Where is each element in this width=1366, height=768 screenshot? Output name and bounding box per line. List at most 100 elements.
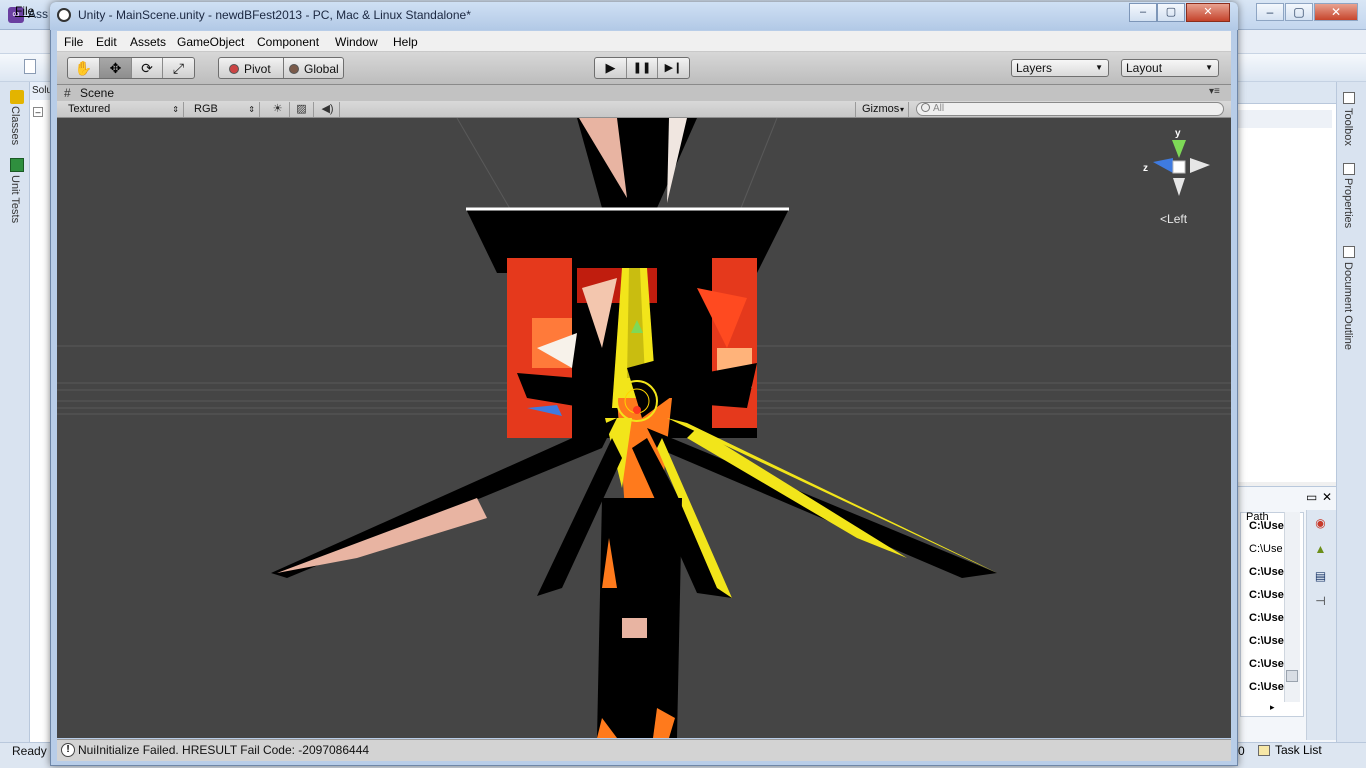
gizmos-label: Gizmos bbox=[862, 103, 900, 115]
task-list-tab[interactable]: Task List bbox=[1275, 743, 1322, 757]
pivot-divider bbox=[283, 58, 284, 78]
list-item[interactable]: C:\Use bbox=[1249, 566, 1287, 586]
layout-dropdown[interactable]: Layout ▼ bbox=[1121, 59, 1219, 77]
warning-icon: ! bbox=[61, 743, 75, 757]
rotate-tool-icon[interactable]: ⟳ bbox=[132, 58, 163, 78]
list-item[interactable]: C:\Use bbox=[1249, 612, 1287, 632]
tab-menu-icon[interactable]: ▾≡ bbox=[1209, 86, 1220, 97]
document-outline-icon[interactable] bbox=[1343, 246, 1355, 258]
toolbox-tab[interactable]: Toolbox bbox=[1342, 108, 1354, 146]
classes-tab[interactable]: Classes bbox=[9, 106, 21, 145]
toolbox-icon[interactable] bbox=[1343, 92, 1355, 104]
vs-minimize-button[interactable]: – bbox=[1256, 3, 1284, 21]
gizmo-y-label: y bbox=[1175, 128, 1181, 139]
properties-tab[interactable]: Properties bbox=[1342, 178, 1354, 228]
scene-render[interactable]: y z bbox=[57, 118, 1231, 738]
unity-close-button[interactable]: ✕ bbox=[1186, 3, 1230, 22]
menu-file[interactable]: File bbox=[64, 35, 83, 49]
chevron-down-icon: ▼ bbox=[1205, 63, 1213, 72]
global-icon bbox=[289, 64, 299, 74]
hand-tool-icon[interactable]: ✋ bbox=[68, 58, 100, 78]
collapse-icon[interactable]: – bbox=[33, 107, 43, 117]
layers-dropdown-label: Layers bbox=[1016, 61, 1053, 75]
console-status-message[interactable]: NuiInitialize Failed. HRESULT Fail Code:… bbox=[78, 743, 369, 757]
unit-tests-icon[interactable] bbox=[10, 158, 24, 172]
properties-icon[interactable] bbox=[1343, 163, 1355, 175]
scene-image-icon[interactable]: ▨ bbox=[290, 102, 314, 117]
scene-tabbar bbox=[57, 85, 1231, 101]
vs-menu-file[interactable]: File bbox=[15, 4, 34, 18]
menu-window[interactable]: Window bbox=[335, 35, 378, 49]
orientation-label-text: Left bbox=[1167, 212, 1188, 226]
task-list-icon bbox=[1258, 745, 1270, 756]
gizmos-dropdown[interactable]: Gizmos ▾ bbox=[855, 102, 909, 117]
solution-explorer-panel bbox=[30, 82, 52, 742]
menu-assets[interactable]: Assets bbox=[130, 35, 166, 49]
play-button[interactable]: ▶ bbox=[595, 58, 627, 78]
unity-minimize-button[interactable]: – bbox=[1129, 3, 1157, 22]
menu-component[interactable]: Component bbox=[257, 35, 319, 49]
step-button[interactable]: ▶❙ bbox=[658, 58, 689, 78]
scroll-right-icon[interactable]: ▸ bbox=[1270, 702, 1275, 713]
list-item[interactable]: C:\Use bbox=[1249, 589, 1287, 609]
unity-window-title: Unity - MainScene.unity - newdBFest2013 … bbox=[78, 8, 471, 22]
unity-logo-icon bbox=[57, 8, 71, 22]
vs-status-count: 0 bbox=[1238, 744, 1245, 758]
pause-button[interactable]: ❚❚ bbox=[627, 58, 658, 78]
list-item[interactable]: C:\Use bbox=[1249, 658, 1287, 678]
pivot-icon bbox=[229, 64, 239, 74]
vs-maximize-button[interactable]: ▢ bbox=[1285, 3, 1313, 21]
lock-icon[interactable]: ▲ bbox=[1313, 542, 1328, 556]
list-item[interactable]: C:\Use bbox=[1249, 520, 1287, 540]
move-tool-icon[interactable]: ✥ bbox=[100, 58, 132, 78]
scene-audio-icon[interactable]: ◀) bbox=[316, 102, 340, 117]
layout-dropdown-label: Layout bbox=[1126, 61, 1163, 75]
global-toggle[interactable]: Global bbox=[304, 60, 339, 78]
draw-mode-dropdown[interactable]: Textured ⇕ bbox=[62, 102, 184, 117]
unit-tests-tab[interactable]: Unit Tests bbox=[9, 175, 21, 223]
layers-dropdown[interactable]: Layers ▼ bbox=[1011, 59, 1109, 77]
vs-status-text: Ready bbox=[12, 744, 47, 758]
list-item[interactable]: C:\Use bbox=[1249, 681, 1287, 701]
class-view-icon[interactable] bbox=[10, 90, 24, 104]
search-icon bbox=[921, 103, 930, 112]
back-arrow-icon: < bbox=[1160, 212, 1168, 226]
menu-gameobject[interactable]: GameObject bbox=[177, 35, 244, 49]
vs-right-panel-subheader bbox=[1237, 110, 1332, 128]
scene-view-orientation-label[interactable]: <Left bbox=[1160, 212, 1187, 226]
mesh-top-spike bbox=[577, 118, 697, 208]
solution-explorer-tab[interactable]: Solu bbox=[30, 82, 52, 100]
render-mode-label: RGB bbox=[194, 103, 218, 115]
menu-help[interactable]: Help bbox=[393, 35, 418, 49]
scene-viewport[interactable]: y z bbox=[57, 118, 1231, 738]
scroll-thumb[interactable] bbox=[1286, 670, 1298, 682]
pivot-toggle[interactable]: Pivot bbox=[244, 60, 271, 78]
search-input[interactable]: All bbox=[916, 102, 1224, 116]
stop-icon[interactable]: ◉ bbox=[1313, 516, 1328, 530]
list-icon[interactable]: ▤ bbox=[1313, 569, 1328, 583]
vs-editor-right-panel bbox=[1237, 82, 1336, 482]
vs-right-panel-header bbox=[1237, 82, 1336, 104]
scene-lighting-icon[interactable]: ☀ bbox=[266, 102, 290, 117]
chevron-updown-icon: ⇕ bbox=[248, 105, 255, 114]
document-outline-tab[interactable]: Document Outline bbox=[1342, 262, 1354, 350]
orientation-gizmo-icon[interactable] bbox=[1153, 140, 1210, 196]
vs-close-button[interactable]: ✕ bbox=[1314, 3, 1358, 21]
tab-scene[interactable]: Scene bbox=[80, 86, 140, 101]
panel-close-icon[interactable]: ✕ bbox=[1322, 490, 1332, 504]
render-mode-dropdown[interactable]: RGB ⇕ bbox=[188, 102, 260, 117]
scene-grid-icon: # bbox=[64, 86, 71, 100]
unity-maximize-button[interactable]: ▢ bbox=[1157, 3, 1185, 22]
gizmo-z-label: z bbox=[1143, 163, 1148, 174]
mesh-bottom-stem bbox=[597, 498, 682, 738]
pin-icon[interactable]: ⊣ bbox=[1313, 594, 1328, 608]
scale-tool-icon[interactable]: ⤢ bbox=[163, 58, 194, 78]
panel-pin-icon[interactable]: ▭ bbox=[1306, 490, 1317, 504]
chevron-updown-icon: ⇕ bbox=[172, 105, 179, 114]
menu-edit[interactable]: Edit bbox=[96, 35, 117, 49]
draw-mode-label: Textured bbox=[68, 103, 111, 115]
new-file-icon[interactable] bbox=[24, 59, 36, 74]
chevron-down-icon: ▼ bbox=[1095, 63, 1103, 72]
list-item[interactable]: C:\Use bbox=[1249, 635, 1287, 655]
list-item[interactable]: C:\Use bbox=[1249, 543, 1287, 563]
